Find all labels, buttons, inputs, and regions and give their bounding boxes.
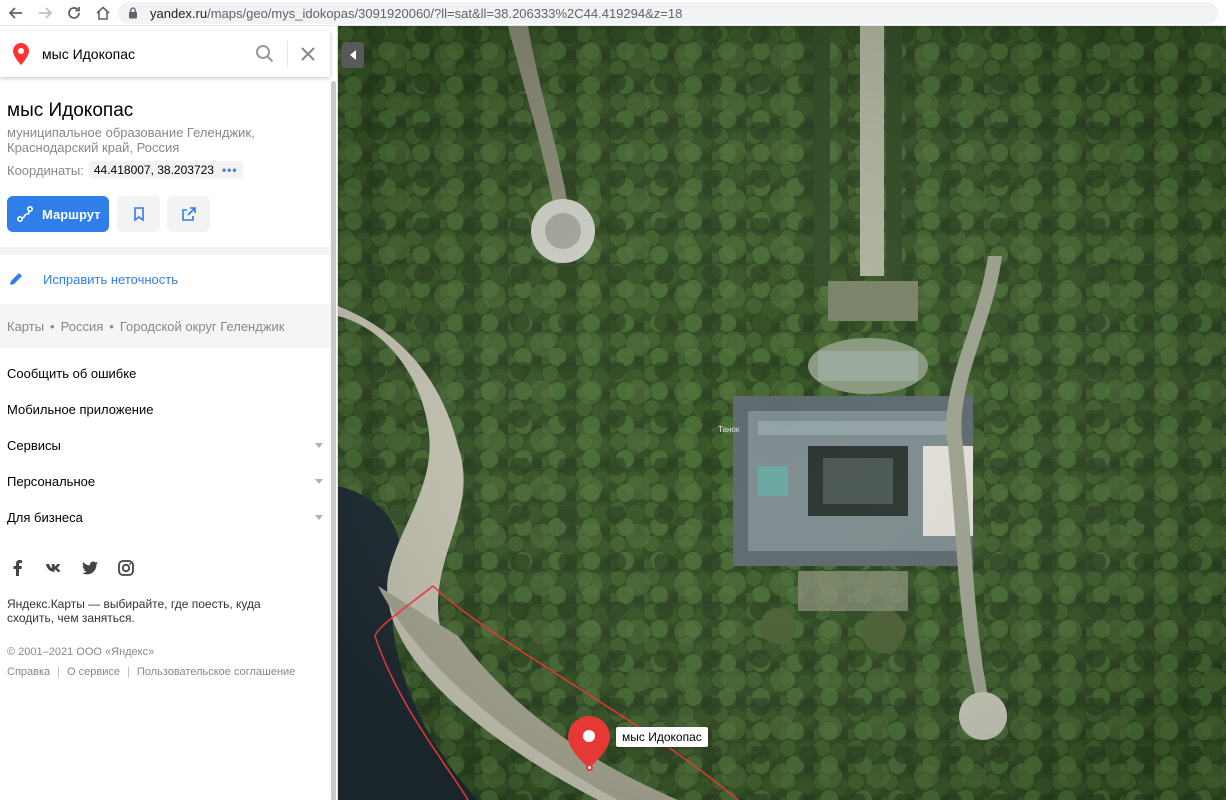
place-title: мыс Идокопас — [7, 100, 134, 121]
fix-inaccuracy-label: Исправить неточность — [43, 271, 178, 287]
route-button-label: Маршрут — [42, 206, 101, 222]
url-text: yandex.ru/maps/geo/mys_idokopas/30919200… — [150, 5, 683, 21]
sidebar-scrollbar[interactable] — [331, 81, 336, 800]
chevron-down-icon — [315, 479, 323, 484]
search-icon[interactable] — [254, 43, 276, 65]
share-button[interactable] — [167, 196, 210, 232]
coordinates-row: Координаты: 44.418007, 38.203723 ••• — [7, 161, 243, 179]
reload-icon — [68, 6, 80, 19]
back-button[interactable] — [3, 2, 29, 24]
facebook-icon[interactable] — [7, 557, 29, 579]
place-subtitle: муниципальное образование Геленджик, Кра… — [7, 125, 255, 155]
breadcrumb-item[interactable]: Карты — [7, 319, 44, 334]
arrow-right-icon — [39, 6, 53, 19]
coordinates-text: 44.418007, 38.203723 — [93, 163, 214, 177]
footer-links: Справка | О сервисе | Пользовательское с… — [7, 666, 295, 678]
instagram-icon[interactable] — [115, 557, 137, 579]
map-marker-label[interactable]: мыс Идокопас — [616, 727, 708, 747]
route-button[interactable]: Маршрут — [7, 196, 109, 232]
sidebar: мыс Идокопас муниципальное образование Г… — [0, 26, 338, 800]
browser-toolbar: yandex.ru/maps/geo/mys_idokopas/30919200… — [0, 0, 1226, 26]
menu-mobile-app[interactable]: Мобильное приложение — [7, 402, 153, 417]
map-marker-point — [586, 764, 593, 771]
footer-link-about[interactable]: О сервисе — [67, 666, 120, 678]
breadcrumb-item[interactable]: Городской округ Геленджик — [120, 319, 285, 334]
breadcrumb: Карты • Россия • Городской округ Гелендж… — [7, 319, 284, 334]
breadcrumb-separator: • — [50, 319, 55, 334]
vk-icon[interactable] — [43, 557, 65, 579]
chevron-down-icon — [315, 515, 323, 520]
yandex-maps-pin-icon — [13, 43, 29, 65]
coordinates-label: Координаты: — [7, 162, 84, 178]
menu-personal[interactable]: Персональное — [7, 474, 95, 489]
close-icon[interactable] — [298, 44, 318, 64]
satellite-map[interactable]: Танок мыс Идокопас — [338, 26, 1226, 800]
collapse-sidebar-button[interactable] — [342, 42, 364, 68]
map-marker-icon[interactable] — [568, 716, 610, 768]
search-box — [0, 31, 330, 77]
social-links — [7, 557, 151, 579]
footer-link-help[interactable]: Справка — [7, 666, 50, 678]
footer-copyright: © 2001–2021 ООО «Яндекс» — [7, 646, 155, 658]
share-icon — [181, 207, 196, 221]
caret-left-icon — [350, 50, 356, 60]
footer-link-separator: | — [57, 666, 61, 678]
lock-icon — [129, 7, 137, 19]
building-label: Танок — [718, 425, 740, 434]
reload-button[interactable] — [61, 2, 87, 24]
bookmark-button[interactable] — [117, 196, 160, 232]
search-input[interactable] — [42, 46, 242, 62]
breadcrumb-separator: • — [109, 319, 114, 334]
coordinates-value[interactable]: 44.418007, 38.203723 ••• — [88, 161, 243, 179]
chevron-down-icon — [315, 443, 323, 448]
breadcrumb-item[interactable]: Россия — [61, 319, 104, 334]
section-divider — [0, 247, 332, 255]
search-separator — [287, 41, 288, 67]
footer-tagline: Яндекс.Карты — выбирайте, где поесть, ку… — [7, 597, 261, 625]
menu-services[interactable]: Сервисы — [7, 438, 61, 453]
home-icon — [96, 5, 110, 20]
footer-link-terms[interactable]: Пользовательское соглашение — [137, 666, 295, 678]
fix-inaccuracy-link[interactable]: Исправить неточность — [7, 270, 178, 288]
arrow-left-icon — [8, 6, 22, 19]
pencil-icon — [10, 273, 22, 285]
more-coordinates-button[interactable]: ••• — [222, 163, 238, 177]
home-button[interactable] — [90, 2, 116, 24]
footer-link-separator: | — [126, 666, 130, 678]
address-bar[interactable]: yandex.ru/maps/geo/mys_idokopas/30919200… — [118, 2, 1218, 24]
menu-business[interactable]: Для бизнеса — [7, 510, 83, 525]
forward-button[interactable] — [32, 2, 58, 24]
menu-report-error[interactable]: Сообщить об ошибке — [7, 366, 136, 381]
route-icon — [16, 205, 34, 223]
twitter-icon[interactable] — [79, 557, 101, 579]
bookmark-icon — [133, 207, 144, 222]
satellite-imagery: Танок — [338, 26, 1226, 800]
